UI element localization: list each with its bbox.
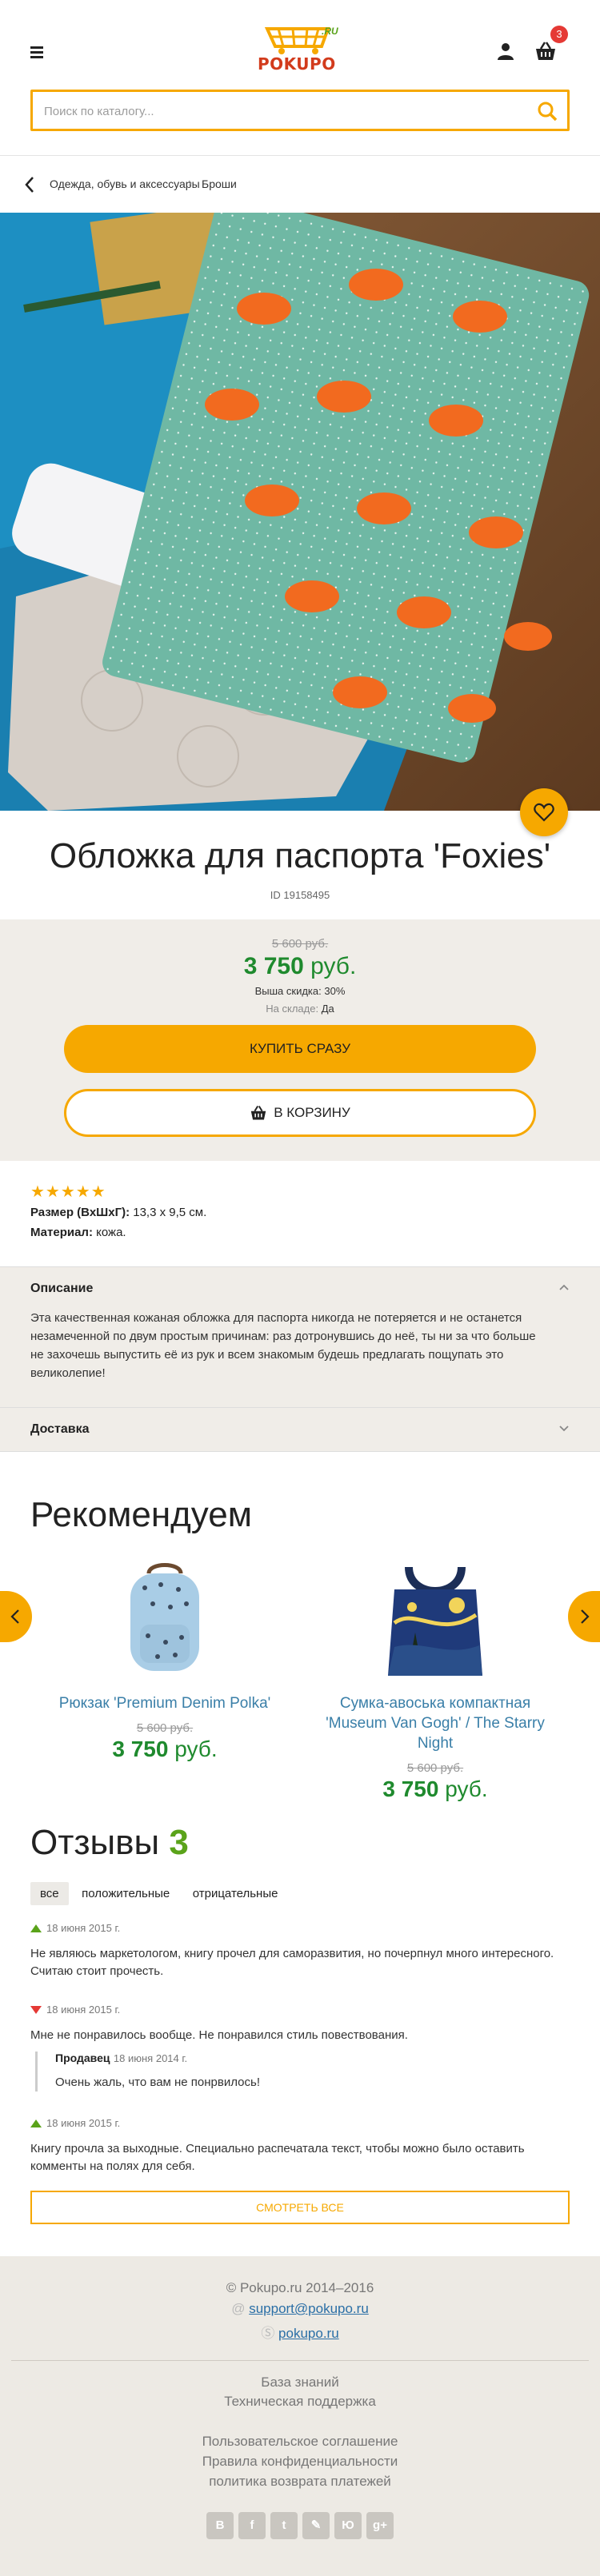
stock-status: На складе: Да [266, 1003, 334, 1015]
recommend-old-price: 5 600 руб. [136, 1721, 194, 1735]
twitter-icon[interactable]: t [270, 2512, 298, 2539]
old-price: 5 600 руб. [271, 937, 329, 951]
tab-all[interactable]: все [30, 1882, 69, 1905]
rating-stars: ★★★★★ [30, 1183, 106, 1201]
delivery-title[interactable]: Доставка [30, 1422, 90, 1437]
review-text: Книгу прочла за выходные. Специально рас… [30, 2142, 525, 2173]
reply-author: Продавец [55, 2052, 110, 2064]
seller-reply: Продавец 18 июня 2014 г. Очень жаль, что… [35, 2052, 547, 2092]
social-links: В f t ✎ Ю g+ [206, 2512, 394, 2544]
copyright: © Pokupo.ru 2014–2016 [226, 2280, 374, 2295]
review-item: 18 июня 2015 г. Книгу прочла за выходные… [30, 2117, 558, 2175]
facebook-icon[interactable]: f [238, 2512, 266, 2539]
review-date: 18 июня 2015 г. [46, 2004, 121, 2016]
review-date: 18 июня 2015 г. [46, 2117, 121, 2129]
carousel-prev-button[interactable] [0, 1591, 32, 1642]
logo-domain: .RU [322, 26, 338, 37]
material-spec: Материал: кожа. [30, 1226, 126, 1239]
description-title[interactable]: Описание [30, 1282, 93, 1296]
positive-icon [30, 1924, 42, 1932]
backpack-image[interactable] [113, 1559, 217, 1679]
search-input[interactable] [44, 102, 492, 121]
review-filter-tabs: все положительные отрицательные [30, 1882, 287, 1906]
menu-icon[interactable] [30, 46, 43, 58]
chevron-down-icon[interactable] [558, 1424, 570, 1432]
chevron-right-icon [581, 1609, 590, 1624]
footer-link[interactable]: политика возврата платежей [0, 2474, 600, 2490]
footer-link[interactable]: Пользовательское соглашение [0, 2434, 600, 2450]
negative-icon [30, 2006, 42, 2014]
basket-icon [251, 1106, 266, 1120]
tab-positive[interactable]: положительные [72, 1882, 179, 1905]
heart-icon [534, 803, 554, 822]
recommend-title: Рекомендуем [30, 1495, 253, 1534]
recommend-card[interactable]: Рюкзак 'Premium Denim Polka' 5 600 руб. … [45, 1559, 285, 1762]
size-spec: Размер (ВхШхГ): 13,3 х 9,5 см. [30, 1206, 207, 1219]
footer: © Pokupo.ru 2014–2016 @ support@pokupo.r… [0, 2256, 600, 2576]
skype-icon: Ⓢ [261, 2326, 275, 2341]
chevron-left-icon [10, 1609, 19, 1624]
description-accordion: Описание Эта качественная кожаная обложк… [0, 1266, 600, 1407]
recommend-name[interactable]: Сумка-авоська компактная 'Museum Van Gog… [315, 1693, 555, 1753]
product-image[interactable] [0, 213, 600, 811]
support-email: @ support@pokupo.ru [231, 2301, 369, 2316]
search-bar [30, 90, 570, 131]
recommend-card[interactable]: Сумка-авоська компактная 'Museum Van Gog… [315, 1559, 555, 1802]
delivery-accordion[interactable]: Доставка [0, 1407, 600, 1452]
footer-divider [11, 2360, 589, 2361]
current-price: 3 750 руб. [243, 953, 357, 979]
cart-count-badge: 3 [550, 26, 568, 43]
cart-icon[interactable] [534, 40, 557, 62]
review-item: 18 июня 2015 г. Не являюсь маркетологом,… [30, 1922, 558, 1980]
recommend-price: 3 750 руб. [112, 1737, 218, 1761]
description-text: Эта качественная кожаная обложка для пас… [30, 1311, 536, 1380]
reply-text: Очень жаль, что вам не понрвилось! [55, 2076, 260, 2089]
youtube-icon[interactable]: Ю [334, 2512, 362, 2539]
add-to-favorites-button[interactable] [520, 788, 568, 836]
product-id: ID 19158495 [270, 889, 330, 901]
carousel-next-button[interactable] [568, 1591, 600, 1642]
logo[interactable]: .RU POKUPO [258, 22, 346, 74]
tote-bag-image[interactable] [383, 1559, 487, 1679]
back-arrow-icon[interactable] [24, 176, 35, 193]
tab-negative[interactable]: отрицательные [183, 1882, 288, 1905]
breadcrumb-item[interactable]: Одежда, обувь и аксессуары [50, 177, 200, 190]
show-all-reviews-button[interactable]: Смотреть все [30, 2191, 570, 2224]
reviews-count: 3 [169, 1823, 189, 1862]
product-title: Обложка для паспорта 'Foxies' [49, 836, 551, 875]
reviews-title: Отзывы 3 [30, 1823, 189, 1862]
footer-link[interactable]: Техническая поддержка [0, 2394, 600, 2410]
search-icon[interactable] [537, 101, 558, 122]
price-block: 5 600 руб. 3 750 руб. Выша скидка: 30% Н… [0, 919, 600, 1161]
recommend-price: 3 750 руб. [382, 1776, 488, 1801]
breadcrumb-item[interactable]: Броши [202, 177, 237, 190]
add-to-cart-button[interactable]: В корзину [64, 1089, 536, 1137]
google-plus-icon[interactable]: g+ [366, 2512, 394, 2539]
chevron-up-icon[interactable] [558, 1283, 570, 1291]
breadcrumb-separator-icon: › [188, 176, 193, 189]
review-text: Мне не понравилось вообще. Не понравился… [30, 2028, 408, 2042]
discount-label: Выша скидка: 30% [254, 985, 346, 997]
user-icon[interactable] [496, 42, 515, 61]
header: .RU POKUPO 3 [0, 0, 600, 156]
recommend-name[interactable]: Рюкзак 'Premium Denim Polka' [45, 1693, 285, 1713]
footer-link[interactable]: Правила конфиденциальности [0, 2454, 600, 2470]
review-item: 18 июня 2015 г. Мне не понравилось вообщ… [30, 2004, 558, 2044]
logo-text: POKUPO [258, 54, 336, 74]
review-date: 18 июня 2015 г. [46, 1922, 121, 1934]
vk-icon[interactable]: В [206, 2512, 234, 2539]
livejournal-icon[interactable]: ✎ [302, 2512, 330, 2539]
skype-contact: Ⓢ pokupo.ru [261, 2326, 339, 2341]
review-text: Не являюсь маркетологом, книгу прочел дл… [30, 1947, 554, 1978]
buy-now-button[interactable]: Купить сразу [64, 1025, 536, 1073]
footer-link[interactable]: База знаний [0, 2375, 600, 2391]
breadcrumb: Одежда, обувь и аксессуары › Броши [0, 157, 600, 213]
positive-icon [30, 2119, 42, 2127]
reply-date: 18 июня 2014 г. [113, 2052, 188, 2064]
recommend-old-price: 5 600 руб. [406, 1761, 464, 1775]
